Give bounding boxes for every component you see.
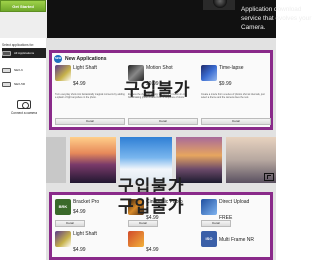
app-card-motion-shot[interactable]: Motion Shot $9.99 Express the dynamic en… bbox=[128, 65, 198, 125]
get-started-button[interactable]: Get Started bbox=[0, 0, 46, 12]
fullscreen-icon[interactable] bbox=[264, 173, 274, 181]
app-card-unnamed[interactable]: $4.99 bbox=[128, 231, 198, 257]
app-name: Multi Frame NR bbox=[219, 237, 255, 243]
sample-photo bbox=[46, 137, 66, 183]
sidebar-item-label: All Applications bbox=[14, 51, 35, 55]
section-header: NEW New Applications bbox=[54, 55, 107, 63]
app-card-time-lapse[interactable]: Time-lapse $9.99 Create a movie from a s… bbox=[201, 65, 271, 125]
main-content: NEW New Applications Light Shaft $4.99 T… bbox=[46, 38, 276, 260]
app-card-direct-upload[interactable]: Direct Upload FREE Detail bbox=[201, 199, 271, 229]
motion-shot-icon bbox=[128, 65, 144, 81]
light-shaft-icon bbox=[55, 65, 71, 81]
app-name: Motion Shot bbox=[146, 65, 173, 71]
app-card-light-shaft[interactable]: Light Shaft $4.99 bbox=[55, 231, 125, 257]
sidebar-title: Select applications for: bbox=[2, 43, 35, 47]
connect-camera-button[interactable]: Connect a camera bbox=[4, 100, 44, 122]
app-description: Express the dynamic energy of objects in… bbox=[128, 93, 187, 99]
app-name: Light Shaft bbox=[73, 65, 97, 71]
top-banner: Get Started Application download service… bbox=[0, 0, 311, 38]
new-badge-icon: NEW bbox=[54, 55, 62, 63]
app-price: $4.99 bbox=[73, 81, 86, 87]
sidebar-item-label: NEX-5R bbox=[14, 82, 26, 86]
camera-icon bbox=[2, 67, 11, 73]
app-price: $4.99 bbox=[73, 209, 86, 215]
detail-button[interactable]: Detail bbox=[55, 118, 125, 125]
app-icon bbox=[128, 231, 144, 247]
camera-icon bbox=[203, 0, 235, 10]
sidebar-item-nex-5r[interactable]: NEX-5R bbox=[2, 79, 46, 89]
applications-section: BRK Bracket Pro $4.99 Detail Cinematic P… bbox=[49, 192, 273, 260]
sample-photo bbox=[70, 137, 116, 183]
multi-frame-nr-icon: ISO bbox=[201, 231, 217, 247]
device-icon bbox=[2, 50, 11, 56]
tagline: Application download service that evolve… bbox=[241, 6, 312, 31]
sample-photo bbox=[226, 137, 276, 183]
bracket-pro-icon: BRK bbox=[55, 199, 71, 215]
light-shaft-icon bbox=[55, 231, 71, 247]
sidebar-item-all-applications[interactable]: All Applications bbox=[2, 48, 46, 58]
connect-camera-label: Connect a camera bbox=[10, 111, 38, 115]
camera-icon bbox=[2, 81, 11, 87]
sample-photo bbox=[120, 137, 172, 183]
sample-photo bbox=[176, 137, 222, 183]
camera-icon bbox=[17, 100, 31, 109]
app-name: Light Shaft bbox=[73, 231, 97, 237]
app-card-bracket-pro[interactable]: BRK Bracket Pro $4.99 Detail bbox=[55, 199, 125, 229]
app-name: Time-lapse bbox=[219, 65, 244, 71]
detail-button[interactable]: Detail bbox=[128, 220, 158, 227]
sidebar: Select applications for: All Application… bbox=[0, 38, 46, 260]
app-name: Direct Upload bbox=[219, 199, 250, 205]
detail-button[interactable]: Detail bbox=[128, 118, 198, 125]
app-price: $4.99 bbox=[146, 247, 159, 253]
app-description: Turn everyday shots into fantastically m… bbox=[55, 93, 125, 99]
detail-button[interactable]: Detail bbox=[55, 220, 85, 227]
app-price: $9.99 bbox=[146, 81, 159, 87]
app-name: Cinematic Photo bbox=[146, 199, 183, 205]
app-name: Bracket Pro bbox=[73, 199, 100, 205]
app-card-multi-frame-nr[interactable]: ISO Multi Frame NR bbox=[201, 231, 271, 257]
detail-button[interactable]: Detail bbox=[201, 118, 271, 125]
app-description: Create a movie from a series of photos s… bbox=[201, 93, 265, 99]
time-lapse-icon bbox=[201, 65, 217, 81]
app-card-light-shaft[interactable]: Light Shaft $4.99 Turn everyday shots in… bbox=[55, 65, 125, 125]
sidebar-item-nex-6[interactable]: NEX-6 bbox=[2, 65, 46, 75]
new-applications-section: NEW New Applications Light Shaft $4.99 T… bbox=[49, 50, 273, 130]
detail-button[interactable]: Detail bbox=[201, 220, 231, 227]
direct-upload-icon bbox=[201, 199, 217, 215]
cinematic-photo-icon bbox=[128, 199, 144, 215]
app-price: $9.99 bbox=[219, 81, 232, 87]
hero-banner: Application download service that evolve… bbox=[47, 0, 311, 38]
app-price: $4.99 bbox=[73, 247, 86, 253]
section-title: New Applications bbox=[65, 56, 107, 62]
sidebar-item-label: NEX-6 bbox=[14, 68, 23, 72]
app-card-cinematic-photo[interactable]: Cinematic Photo $4.99 Detail bbox=[128, 199, 198, 229]
